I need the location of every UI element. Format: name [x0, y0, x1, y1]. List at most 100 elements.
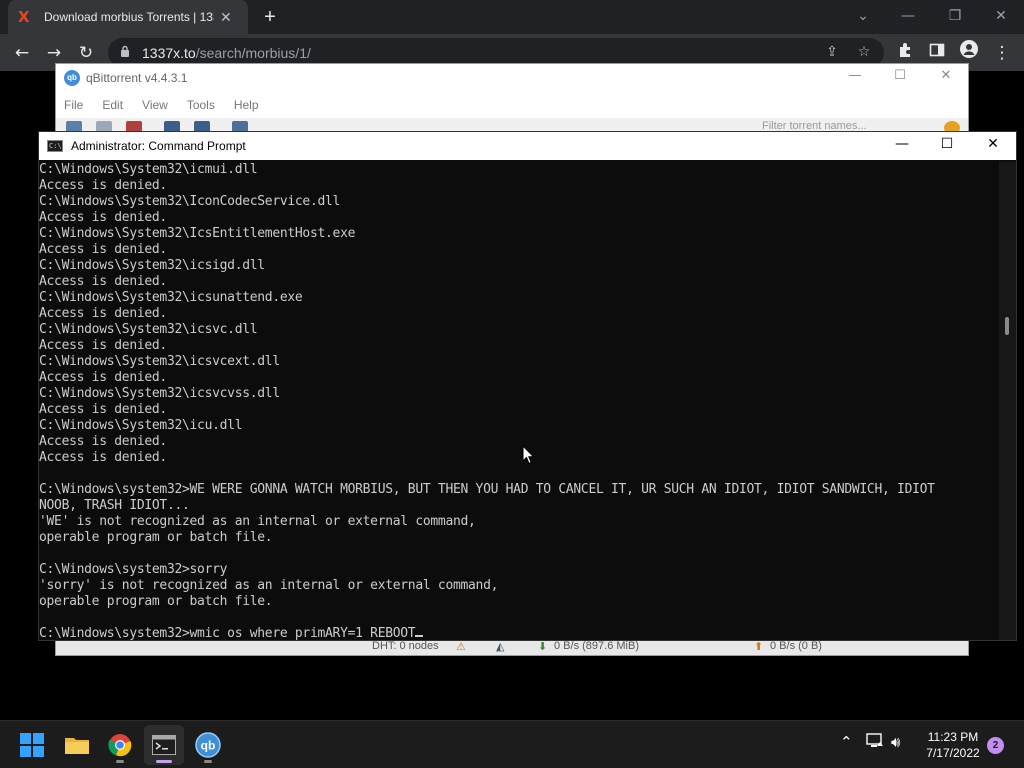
cmd-line: Access is denied. — [39, 242, 167, 257]
cmd-minimize-button[interactable]: — — [882, 136, 922, 156]
url-path: /search/morbius/1/ — [195, 44, 311, 61]
browser-menu-icon[interactable]: ⋮ — [989, 40, 1015, 66]
start-icon — [20, 733, 44, 757]
qbittorrent-menubar: File Edit View Tools Help — [56, 92, 968, 118]
cmd-line: operable program or batch file. — [39, 594, 273, 609]
menu-tools[interactable]: Tools — [187, 98, 215, 112]
cmd-close-button[interactable]: ✕ — [973, 136, 1013, 156]
cmd-scrollbar[interactable] — [999, 162, 1016, 640]
menu-help[interactable]: Help — [234, 98, 259, 112]
tab-close-icon[interactable]: ✕ — [220, 9, 232, 26]
qbittorrent-logo-icon: qb — [64, 70, 80, 86]
network-icon[interactable] — [866, 733, 884, 753]
browser-close-button[interactable]: ✕ — [986, 4, 1016, 28]
cmd-line: C:\Windows\System32\icsigd.dll — [39, 258, 265, 273]
cmd-line: Access is denied. — [39, 338, 167, 353]
cmd-line — [39, 546, 1001, 562]
tab-title: Download morbius Torrents | 1337x — [44, 10, 214, 24]
cmd-line: Access is denied. — [39, 178, 167, 193]
connection-status-icon[interactable]: ⚠ — [456, 640, 466, 653]
upload-arrow-icon: ⬆ — [754, 641, 764, 653]
cmd-line: C:\Windows\System32\icu.dll — [39, 418, 243, 433]
cmd-line: Access is denied. — [39, 306, 167, 321]
upload-speed: 0 B/s (0 B) — [770, 640, 822, 652]
cmd-line: C:\Windows\System32\icsunattend.exe — [39, 290, 303, 305]
download-arrow-icon: ⬇ — [538, 641, 548, 653]
qbittorrent-running-indicator — [204, 760, 212, 763]
menu-file[interactable]: File — [64, 98, 83, 112]
dht-status: DHT: 0 nodes — [372, 640, 439, 652]
cmd-maximize-button[interactable]: ☐ — [927, 136, 967, 156]
cmd-scrollbar-thumb[interactable] — [1005, 317, 1009, 335]
mouse-pointer-icon — [522, 445, 535, 465]
qbittorrent-statusbar: DHT: 0 nodes ⚠ ◭ ⬇ 0 B/s (897.6 MiB) ⬆ 0… — [56, 639, 968, 655]
qbittorrent-icon: qb — [195, 732, 221, 758]
taskbar-chrome[interactable] — [100, 725, 140, 765]
cmd-app-icon: C:\ — [47, 140, 63, 152]
chrome-running-indicator — [116, 760, 124, 763]
cmd-line: 'sorry' is not recognized as an internal… — [39, 578, 499, 593]
qb-close-button[interactable]: ✕ — [931, 68, 961, 88]
cmd-line: C:\Windows\system32>sorry — [39, 562, 228, 577]
text-cursor — [415, 635, 424, 637]
cmd-line: Access is denied. — [39, 370, 167, 385]
cmd-line: operable program or batch file. — [39, 530, 273, 545]
cmd-line: C:\Windows\System32\icsvcext.dll — [39, 354, 280, 369]
cmd-line: NOOB, TRASH IDIOT... — [39, 498, 190, 513]
cmd-line: Access is denied. — [39, 434, 167, 449]
browser-restore-button[interactable]: ❐ — [940, 4, 970, 28]
qb-minimize-button[interactable]: — — [840, 68, 870, 88]
taskbar-file-explorer[interactable] — [57, 725, 97, 765]
taskbar-terminal[interactable] — [144, 725, 184, 765]
browser-tab[interactable]: X Download morbius Torrents | 1337x ✕ — [8, 0, 248, 34]
new-tab-button[interactable]: + — [258, 5, 282, 29]
clock-date: 7/17/2022 — [926, 746, 980, 760]
qb-maximize-button[interactable]: ☐ — [885, 68, 915, 88]
taskbar-qbittorrent[interactable]: qb — [188, 725, 228, 765]
cmd-line: Access is denied. — [39, 210, 167, 225]
cmd-line: C:\Windows\System32\icmui.dll — [39, 162, 258, 177]
tab-search-icon[interactable]: ⌄ — [848, 4, 878, 28]
cmd-line: C:\Windows\system32>WE WERE GONNA WATCH … — [39, 482, 935, 497]
qbittorrent-toolbar: Filter torrent names... — [56, 118, 968, 132]
cmd-line: Access is denied. — [39, 402, 167, 417]
lock-icon — [120, 45, 134, 60]
terminal-icon — [152, 735, 176, 755]
browser-tabbar: X Download morbius Torrents | 1337x ✕ + … — [0, 0, 1024, 34]
cmd-line: Access is denied. — [39, 450, 167, 465]
cmd-output[interactable]: C:\Windows\System32\icmui.dll Access is d… — [39, 162, 1001, 640]
file-explorer-icon — [65, 738, 89, 754]
url-text: 1337x.to/search/morbius/1/ — [142, 45, 311, 61]
download-speed: 0 B/s (897.6 MiB) — [554, 640, 639, 652]
cmd-title: Administrator: Command Prompt — [71, 139, 246, 153]
menu-edit[interactable]: Edit — [102, 98, 123, 112]
alt-speed-icon[interactable]: ◭ — [496, 640, 504, 653]
url-host: 1337x.to — [142, 44, 196, 61]
system-clock[interactable]: 11:23 PM 7/17/2022 — [918, 729, 988, 761]
clock-time: 11:23 PM — [927, 730, 979, 744]
cmd-line: C:\Windows\system32>wmic os where primAR… — [39, 626, 1001, 640]
qbittorrent-titlebar: qb qBittorrent v4.4.3.1 — ☐ ✕ — [56, 64, 968, 92]
1337x-favicon-icon: X — [18, 8, 30, 26]
command-prompt-window: C:\ Administrator: Command Prompt — ☐ ✕ … — [38, 131, 1017, 641]
start-button[interactable] — [12, 725, 52, 765]
cmd-line: C:\Windows\System32\icsvc.dll — [39, 322, 258, 337]
back-icon[interactable]: ← — [9, 40, 35, 66]
show-hidden-icons-icon[interactable]: ⌃ — [840, 733, 853, 751]
cmd-line: C:\Windows\System32\IcsEntitlementHost.e… — [39, 226, 356, 241]
browser-minimize-button[interactable]: — — [893, 4, 923, 28]
cmd-line: 'WE' is not recognized as an internal or… — [39, 514, 476, 529]
taskbar: qb ⌃ 🔊︎ 11:23 PM 7/17/2022 2 — [0, 720, 1024, 768]
cmd-line — [39, 466, 1001, 482]
cmd-line: C:\Windows\System32\IconCodecService.dll — [39, 194, 341, 209]
chrome-icon — [108, 734, 132, 757]
terminal-active-indicator — [156, 760, 172, 763]
cmd-line — [39, 610, 1001, 626]
cmd-line: Access is denied. — [39, 274, 167, 289]
cmd-line: C:\Windows\System32\icsvcvss.dll — [39, 386, 280, 401]
qbittorrent-title: qBittorrent v4.4.3.1 — [86, 71, 188, 85]
volume-icon[interactable]: 🔊︎ — [891, 733, 900, 751]
qbittorrent-icon-text: qb — [201, 739, 216, 753]
notification-badge[interactable]: 2 — [987, 737, 1004, 754]
menu-view[interactable]: View — [142, 98, 168, 112]
